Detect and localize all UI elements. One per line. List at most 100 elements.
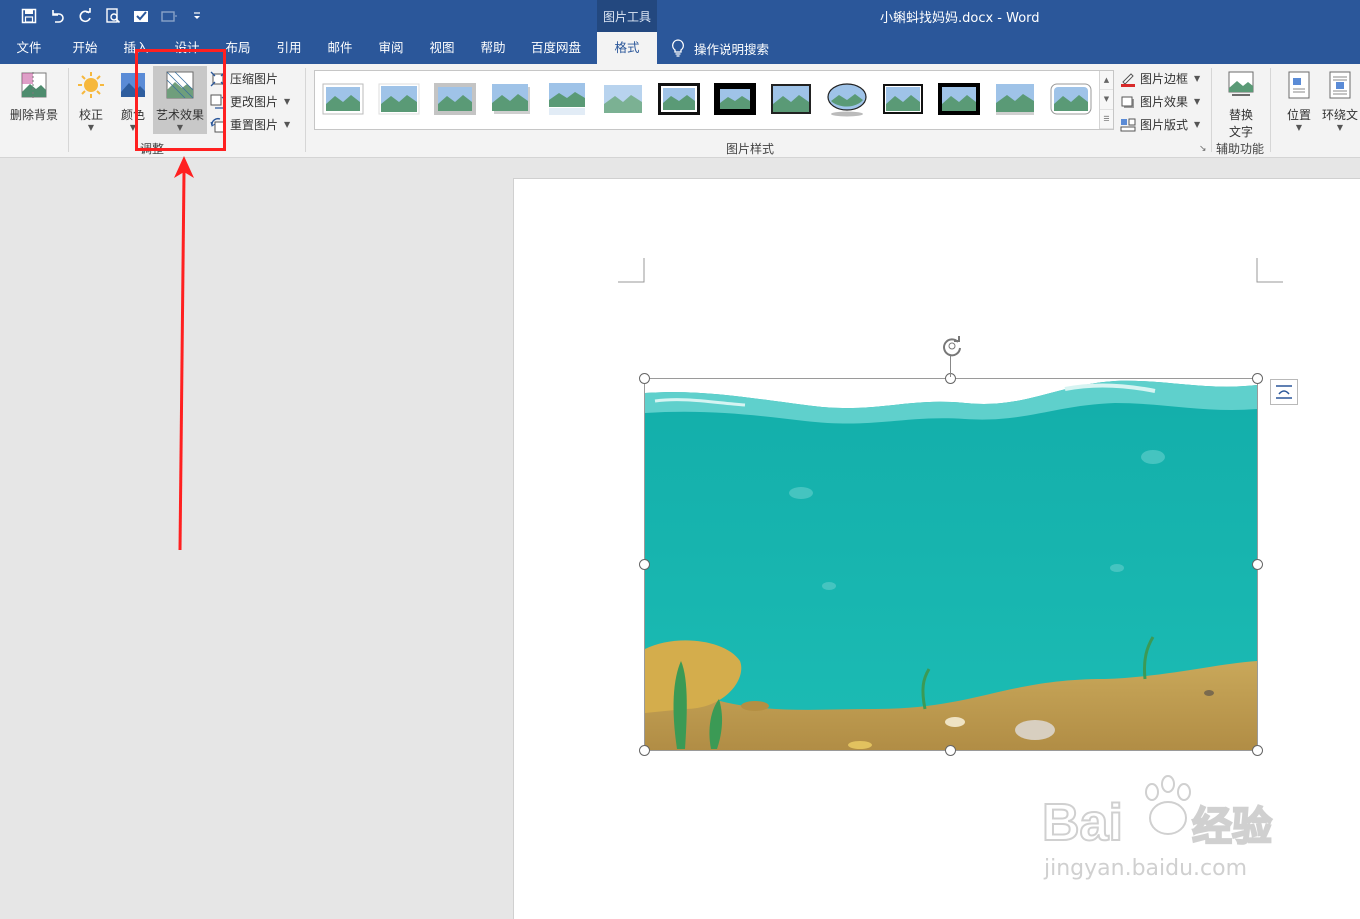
tab-help[interactable]: 帮助 [472, 32, 514, 64]
remove-background-label: 删除背景 [9, 108, 58, 122]
style-oval[interactable] [825, 80, 869, 118]
corrections-label: 校正 [78, 108, 103, 122]
wrap-text-button[interactable]: 环绕文 ▼ [1320, 70, 1360, 133]
resize-handle-right[interactable] [1252, 559, 1263, 570]
style-simple-frame[interactable] [321, 80, 365, 118]
style-double-frame-black[interactable] [657, 80, 701, 118]
resize-handle-bottom-left[interactable] [639, 745, 650, 756]
layout-options-icon [1276, 385, 1292, 399]
tell-me-search[interactable]: 操作说明搜索 [670, 32, 769, 64]
style-thick-matte-black[interactable] [713, 80, 757, 118]
print-preview-icon[interactable] [102, 6, 124, 26]
chevron-down-icon: ▼ [1194, 74, 1201, 83]
underwater-scene-image [645, 379, 1257, 750]
picture-effects-button[interactable]: 图片效果 ▼ [1120, 93, 1200, 110]
style-black-frame[interactable] [937, 80, 981, 118]
separator [68, 68, 69, 152]
search-hint-label: 操作说明搜索 [694, 41, 770, 57]
save-icon[interactable] [18, 6, 40, 26]
tab-mailings[interactable]: 邮件 [318, 32, 362, 64]
margin-corner-mark [1256, 258, 1283, 283]
arrow-up-annotation [174, 156, 194, 551]
picture-layout-button[interactable]: 图片版式 ▼ [1120, 116, 1200, 133]
baidu-paw-logo: Bai 经验 [1041, 775, 1273, 853]
alt-text-label-line2: 文字 [1228, 125, 1253, 139]
picture-border-label: 图片边框 [1140, 72, 1189, 86]
dialog-launcher-icon[interactable]: ↘ [1199, 144, 1207, 154]
style-reflected[interactable] [545, 80, 589, 118]
chevron-down-icon: ▼ [1336, 123, 1344, 132]
smartart-layout-icon [1120, 118, 1136, 131]
sun-icon [78, 72, 104, 98]
rotate-icon[interactable] [940, 334, 964, 358]
redo-icon[interactable] [74, 6, 96, 26]
lightbulb-icon [672, 39, 684, 57]
tab-references[interactable]: 引用 [268, 32, 310, 64]
style-bevel[interactable] [993, 80, 1037, 118]
resize-handle-top-right[interactable] [1252, 373, 1263, 384]
document-title: 小蝌蚪找妈妈.docx - Word [880, 11, 1040, 26]
resize-handle-bottom-right[interactable] [1252, 745, 1263, 756]
alt-text-label-line1: 替换 [1228, 108, 1253, 122]
compress-label: 压缩图片 [230, 72, 279, 86]
gallery-up-icon[interactable]: ▲ [1100, 71, 1113, 91]
touch-mode-icon[interactable] [158, 6, 180, 26]
alt-text-icon [1228, 71, 1254, 96]
resize-handle-bottom[interactable] [945, 745, 956, 756]
chevron-down-icon: ▼ [284, 120, 291, 129]
style-soft-edge[interactable] [377, 80, 421, 118]
chevron-down-icon: ▼ [284, 97, 291, 106]
gallery-down-icon[interactable]: ▼ [1100, 90, 1113, 110]
title-bar: 图片工具 小蝌蚪找妈妈.docx - Word [0, 0, 1360, 32]
accessibility-group-label: 辅助功能 [1216, 142, 1265, 156]
svg-text:经验: 经验 [1192, 805, 1272, 849]
undo-icon[interactable] [46, 6, 68, 26]
chevron-down-icon: ▼ [1295, 123, 1303, 132]
style-center-shadow[interactable] [881, 80, 925, 118]
position-label: 位置 [1286, 108, 1311, 122]
tab-file[interactable]: 文件 [8, 32, 50, 64]
chevron-down-icon: ▼ [1194, 120, 1201, 129]
tab-review[interactable]: 审阅 [370, 32, 412, 64]
check-icon[interactable] [130, 6, 152, 26]
gallery-scroll: ▲ ▼ ☰ [1099, 71, 1113, 129]
pen-icon [1121, 72, 1135, 87]
reset-picture-label: 重置图片 [230, 118, 279, 132]
style-simple-black-frame[interactable] [769, 80, 813, 118]
change-picture-label: 更改图片 [230, 95, 279, 109]
separator [1211, 68, 1212, 152]
tab-home[interactable]: 开始 [62, 32, 108, 64]
watermark-url: jingyan.baidu.com [1044, 856, 1248, 881]
wrap-text-label: 环绕文 [1321, 108, 1358, 122]
style-metal-frame[interactable] [433, 80, 477, 118]
separator [1270, 68, 1271, 152]
customize-qat-icon[interactable] [186, 6, 208, 26]
gallery-more-icon[interactable]: ☰ [1100, 110, 1113, 129]
tab-baidu-netdisk[interactable]: 百度网盘 [524, 32, 588, 64]
remove-background-button[interactable]: 删除背景 [6, 70, 62, 123]
wrap-text-icon [1329, 71, 1351, 99]
picture-border-button[interactable]: 图片边框 ▼ [1120, 70, 1200, 87]
position-icon [1288, 71, 1310, 99]
chevron-down-icon: ▼ [87, 123, 95, 132]
picture-styles-gallery: ▲ ▼ ☰ [314, 70, 1114, 130]
resize-handle-top-left[interactable] [639, 373, 650, 384]
layout-options-button[interactable] [1270, 379, 1298, 405]
baidu-watermark: Bai 经验 jingyan.baidu.com [1040, 770, 1300, 890]
separator [305, 68, 306, 152]
tab-view[interactable]: 视图 [420, 32, 464, 64]
resize-handle-left[interactable] [639, 559, 650, 570]
style-soft-edge-rect[interactable] [601, 80, 645, 118]
highlight-box-annotation [135, 49, 226, 151]
style-drop-shadow[interactable] [489, 80, 533, 118]
selected-picture[interactable] [644, 378, 1258, 751]
picture-effects-label: 图片效果 [1140, 95, 1189, 109]
tab-format[interactable]: 格式 [597, 32, 657, 64]
corrections-button[interactable]: 校正 ▼ [74, 70, 108, 133]
position-button[interactable]: 位置 ▼ [1280, 70, 1318, 133]
picture-styles-group-label: 图片样式 [726, 142, 775, 156]
style-rounded-rect[interactable] [1049, 80, 1093, 118]
alt-text-button[interactable]: 替换 文字 [1220, 70, 1262, 140]
remove-background-icon [21, 72, 47, 98]
rotation-stem [950, 355, 951, 377]
